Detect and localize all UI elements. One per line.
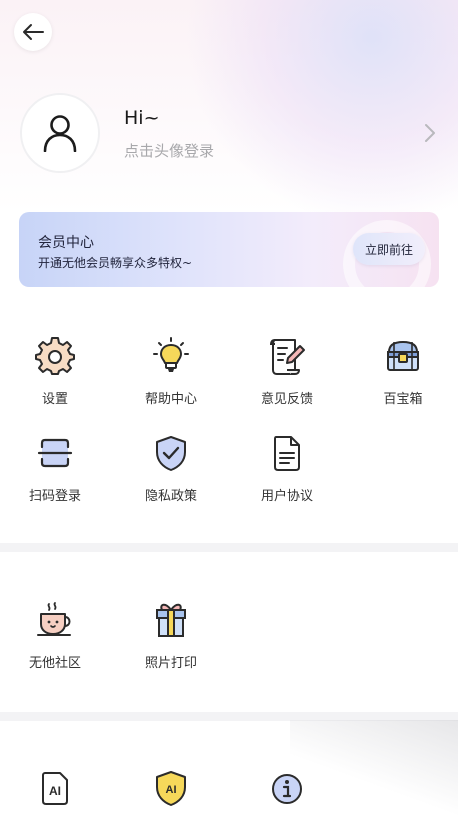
community-entry[interactable]: 无他社区 [10, 598, 100, 671]
tool-label: 扫码登录 [28, 489, 81, 504]
tool-label: 帮助中心 [144, 392, 197, 407]
lightbulb-icon [149, 334, 193, 378]
section-divider [0, 543, 458, 552]
tool-settings[interactable]: 设置 [10, 334, 100, 407]
login-hint: 点击头像登录 [124, 142, 215, 160]
tool-label: 百宝箱 [383, 392, 423, 407]
tool-privacy-policy[interactable]: 隐私政策 [126, 431, 216, 504]
tool-treasure-box[interactable]: 百宝箱 [358, 334, 448, 407]
ai-doc-text: AI [49, 784, 61, 798]
chevron-right-icon [425, 124, 435, 142]
coffee-cup-icon [33, 598, 77, 642]
tool-feedback[interactable]: 意见反馈 [242, 334, 332, 407]
tool-label: 意见反馈 [260, 392, 313, 407]
back-arrow-icon [23, 24, 44, 40]
tool-label: 设置 [41, 392, 68, 407]
tool-help-center[interactable]: 帮助中心 [126, 334, 216, 407]
vip-go-button[interactable]: 立即前往 [353, 233, 425, 265]
info-icon [265, 766, 309, 810]
ai-document-entry[interactable]: AI [10, 766, 100, 810]
shield-check-icon [149, 431, 193, 475]
ai-shield-icon: AI [149, 766, 193, 810]
vip-center-card[interactable]: 会员中心 开通无他会员畅享众多特权~ 立即前往 [19, 212, 439, 287]
info-entry[interactable] [242, 766, 332, 810]
community-label: 无他社区 [28, 656, 81, 671]
tool-scan-login[interactable]: 扫码登录 [10, 431, 100, 504]
document-icon [265, 431, 309, 475]
photo-print-label: 照片打印 [144, 656, 197, 671]
section-divider [0, 712, 458, 721]
tool-label: 隐私政策 [144, 489, 197, 504]
profile-login-row[interactable]: Hi~ 点击头像登录 [20, 93, 440, 175]
user-icon [43, 115, 77, 152]
ai-shield-entry[interactable]: AI [126, 766, 216, 810]
treasure-chest-icon [381, 334, 425, 378]
vip-title: 会员中心 [38, 235, 94, 251]
photo-print-entry[interactable]: 照片打印 [126, 598, 216, 671]
back-button[interactable] [14, 13, 52, 51]
ai-document-icon: AI [33, 766, 77, 810]
settings-gear-icon [33, 334, 77, 378]
greeting-text: Hi~ [124, 107, 160, 129]
vip-subtitle: 开通无他会员畅享众多特权~ [38, 256, 193, 270]
ai-shield-text: AI [166, 784, 177, 796]
avatar[interactable] [20, 93, 100, 173]
scan-icon [33, 431, 77, 475]
tool-user-agreement[interactable]: 用户协议 [242, 431, 332, 504]
tool-label: 用户协议 [260, 489, 313, 504]
feedback-scroll-icon [265, 334, 309, 378]
profile-page: Hi~ 点击头像登录 会员中心 开通无他会员畅享众多特权~ 立即前往 设置 帮助… [0, 0, 458, 820]
gift-box-icon [149, 598, 193, 642]
